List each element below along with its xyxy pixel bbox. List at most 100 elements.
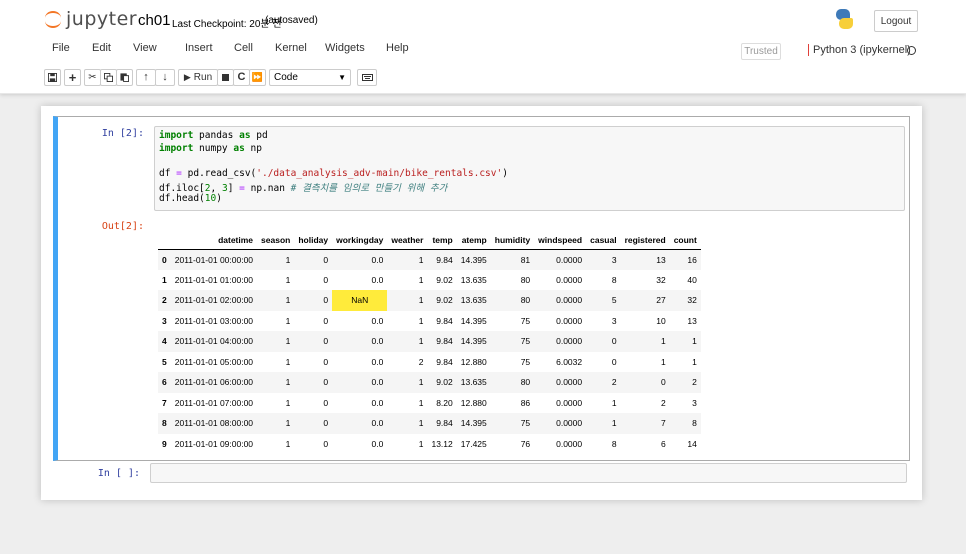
- menu-insert[interactable]: Insert: [185, 42, 213, 54]
- menu-widgets[interactable]: Widgets: [325, 42, 365, 54]
- table-cell: 0: [323, 295, 329, 306]
- table-cell: 8: [611, 438, 617, 449]
- table-cell: 13.635: [460, 295, 487, 306]
- fast-forward-icon[interactable]: ⏩: [249, 68, 266, 86]
- table-row: 8 2011-01-01 08:00:00 1 0 0.0 1 9.84 14.395 75 0.…: [158, 413, 701, 434]
- table-cell: 1: [285, 336, 291, 347]
- code-line: df = pd.read_csv('./data_analysis_adv-ma…: [159, 167, 508, 179]
- save-icon[interactable]: [44, 68, 61, 86]
- table-cell: 7: [660, 418, 666, 429]
- row-index: 9: [162, 438, 167, 449]
- table-cell: 1: [660, 356, 666, 367]
- restart-icon[interactable]: C: [233, 68, 250, 86]
- table-cell: 1: [418, 377, 424, 388]
- menu-view[interactable]: View: [133, 42, 157, 54]
- table-cell: 0.0: [371, 377, 384, 388]
- logo-text: jupyter: [66, 8, 138, 30]
- row-index: 2: [162, 295, 167, 306]
- row-index: 4: [162, 336, 167, 347]
- column-header: workingday: [332, 231, 388, 250]
- trusted-indicator[interactable]: Trusted: [741, 43, 781, 60]
- column-header: datetime: [170, 231, 258, 250]
- notebook-name[interactable]: ch01: [138, 12, 171, 29]
- table-cell: 0.0: [371, 274, 384, 285]
- move-down-icon[interactable]: ↓: [155, 68, 175, 86]
- table-cell: 0.0: [371, 315, 384, 326]
- dataframe-output: datetime season holiday workingday weather te…: [158, 231, 701, 454]
- table-cell: 0: [323, 315, 329, 326]
- table-cell: 32: [656, 274, 666, 285]
- move-up-icon[interactable]: ↑: [136, 68, 156, 86]
- table-cell: 80: [520, 295, 531, 306]
- logout-button[interactable]: Logout: [874, 10, 918, 32]
- keyboard-icon[interactable]: [357, 68, 377, 86]
- table-cell: 0.0000: [556, 336, 583, 347]
- table-cell: 0.0000: [556, 418, 583, 429]
- empty-code-cell[interactable]: In [ ]:: [53, 460, 910, 486]
- table-cell: 0: [323, 356, 329, 367]
- insert-cell-icon[interactable]: +: [64, 68, 81, 86]
- table-cell: 3: [692, 397, 697, 408]
- row-index: 0: [162, 254, 167, 265]
- table-cell: 1: [285, 377, 291, 388]
- table-cell: 81: [520, 254, 531, 265]
- table-cell: 10: [656, 315, 666, 326]
- column-header: registered: [620, 231, 670, 250]
- table-cell: 0: [323, 336, 329, 347]
- table-cell: 0.0: [371, 254, 384, 265]
- stop-icon[interactable]: [217, 68, 234, 86]
- table-cell: 2: [418, 356, 424, 367]
- column-header: casual: [586, 231, 621, 250]
- table-cell: 0.0: [371, 397, 384, 408]
- table-cell: 0: [660, 377, 666, 388]
- menu-edit[interactable]: Edit: [92, 42, 111, 54]
- table-cell: 13: [656, 254, 666, 265]
- table-cell: 1: [285, 397, 291, 408]
- table-cell: 2011-01-01 02:00:00: [174, 295, 254, 306]
- row-index: 7: [162, 397, 167, 408]
- menu-kernel[interactable]: Kernel: [275, 42, 307, 54]
- menu-cell[interactable]: Cell: [234, 42, 253, 54]
- table-cell: 2: [660, 397, 666, 408]
- table-cell: 40: [687, 274, 697, 285]
- table-cell: 6.0032: [556, 356, 583, 367]
- table-row: 0 2011-01-01 00:00:00 1 0 0.0 1 9.84 14.395 81 0.…: [158, 249, 701, 270]
- table-cell: 1: [285, 254, 291, 265]
- table-cell: 2011-01-01 06:00:00: [174, 377, 254, 388]
- jupyter-logo-icon: [44, 8, 62, 30]
- cut-icon[interactable]: ✂: [84, 68, 101, 86]
- table-cell: 2011-01-01 05:00:00: [174, 356, 254, 367]
- jupyter-logo[interactable]: jupyter: [44, 8, 137, 30]
- table-cell: 1: [692, 336, 697, 347]
- table-cell: 13.635: [460, 274, 487, 285]
- cell-type-select[interactable]: Code ▼: [269, 68, 351, 86]
- table-cell: 27: [656, 295, 666, 306]
- table-cell: 0: [323, 254, 329, 265]
- table-cell: 0.0000: [556, 377, 583, 388]
- table-cell: 0.0000: [556, 254, 583, 265]
- menu-help[interactable]: Help: [386, 42, 409, 54]
- table-cell: 0: [611, 336, 617, 347]
- paste-icon[interactable]: [116, 68, 133, 86]
- column-header: humidity: [490, 231, 535, 250]
- run-button[interactable]: ▶ Run: [178, 68, 218, 86]
- menu-file[interactable]: File: [52, 42, 70, 54]
- table-cell: 0.0: [371, 336, 384, 347]
- kernel-name[interactable]: Python 3 (ipykernel): [808, 44, 911, 56]
- table-cell: 1: [418, 397, 424, 408]
- code-cell-selected[interactable]: In [2]: import pandas as pd import numpy…: [53, 116, 910, 461]
- table-cell: 12.880: [460, 356, 487, 367]
- table-cell: 1: [611, 397, 617, 408]
- table-cell: 14: [687, 438, 697, 449]
- table-cell: 1: [285, 295, 291, 306]
- table-row: 6 2011-01-01 06:00:00 1 0 0.0 1 9.02 13.635 80 0.…: [158, 372, 701, 393]
- row-index: 3: [162, 315, 167, 326]
- input-prompt: In [ ]:: [97, 468, 140, 479]
- code-editor[interactable]: [150, 463, 907, 483]
- code-editor[interactable]: import pandas as pd import numpy as np d…: [154, 126, 905, 211]
- copy-icon[interactable]: [100, 68, 117, 86]
- table-cell: 1: [692, 356, 697, 367]
- row-index: 6: [162, 377, 167, 388]
- table-cell: 75: [520, 356, 531, 367]
